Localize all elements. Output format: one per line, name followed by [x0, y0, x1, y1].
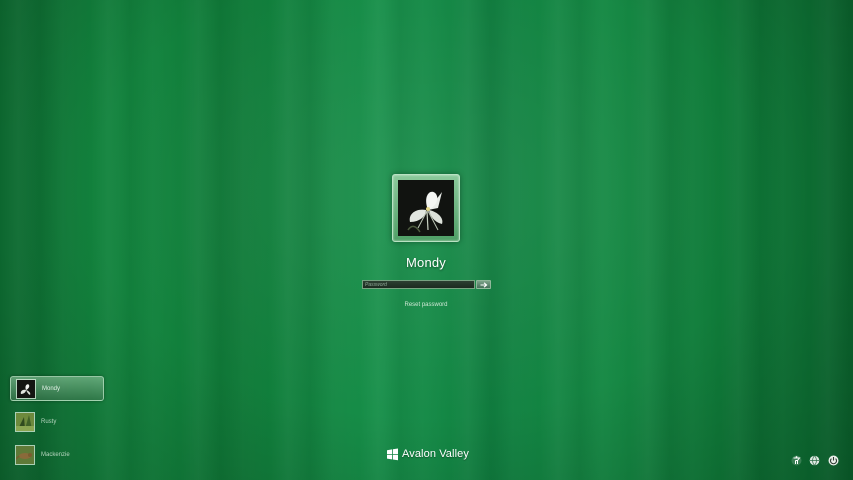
submit-button[interactable] [476, 280, 491, 289]
branding: Avalon Valley [386, 447, 469, 461]
user-thumbnail [16, 378, 36, 399]
username-label: Mondy [405, 255, 447, 270]
user-thumbnail [15, 444, 35, 465]
network-icon[interactable] [809, 455, 820, 466]
user-picture [398, 180, 454, 236]
password-input[interactable] [362, 280, 475, 289]
reset-password-link[interactable]: Reset password [376, 302, 476, 308]
brand-name: Avalon Valley [402, 448, 469, 460]
power-icon[interactable] [828, 455, 839, 466]
system-icons [791, 455, 841, 467]
user-thumbnail [15, 411, 35, 432]
user-name: Mondy [42, 385, 61, 392]
user-item-rusty[interactable]: Rusty [10, 409, 104, 434]
ease-of-access-icon[interactable] [791, 455, 802, 466]
password-row [362, 280, 492, 289]
user-picture-frame [392, 174, 460, 242]
windows-flag-icon [387, 448, 398, 460]
user-item-mackenzie[interactable]: Mackenzie [10, 442, 104, 467]
user-name: Mackenzie [41, 451, 70, 458]
user-item-mondy[interactable]: Mondy [10, 376, 104, 401]
arrow-right-icon [480, 281, 487, 288]
login-panel: Mondy Reset password [0, 0, 853, 480]
user-name: Rusty [41, 418, 57, 425]
